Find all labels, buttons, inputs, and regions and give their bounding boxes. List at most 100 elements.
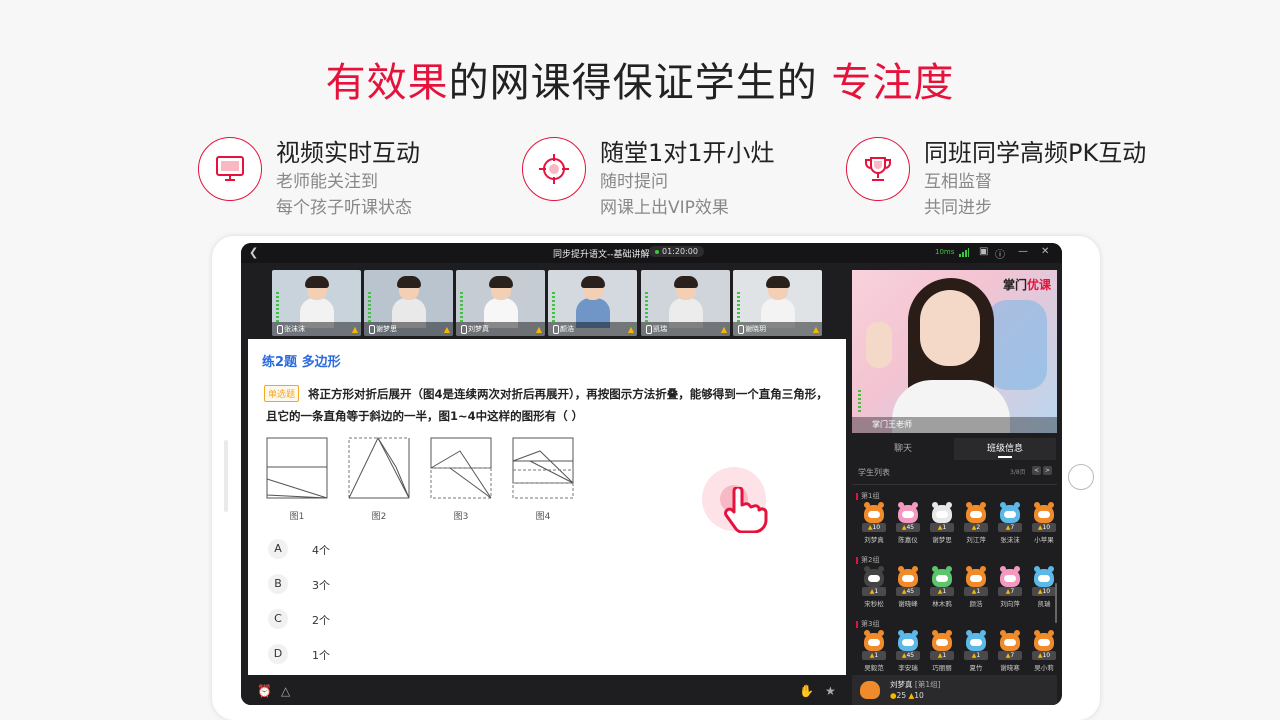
shirt-icon[interactable]: △ [281,684,290,698]
avatar [860,681,880,699]
student-video-tile[interactable]: 凯瑞 ▲ [641,270,730,336]
audio-level [858,390,861,414]
figure-3 [430,437,492,499]
help-icon[interactable]: ⓘ [995,246,1005,261]
tab-class-info[interactable]: 班级信息 [954,438,1056,460]
next-page-button[interactable]: > [1043,466,1052,475]
group-label: 第1组 [856,491,879,501]
avatar [898,502,918,523]
teacher-name: 掌门王老师 [852,417,1057,433]
back-icon[interactable]: ❮ [249,246,258,259]
score-badge: ▲10 [1032,587,1056,596]
question-title: 练2题 多边形 [262,355,341,370]
feature-title: 视频实时互动 [276,139,420,167]
home-button[interactable] [1068,464,1094,490]
close-icon[interactable]: ✕ [1041,246,1049,257]
trophy-icon [846,137,910,201]
classroom-screen: ❮ 同步提升语文--基础讲解 01:20:00 10ms ▣ ⓘ — ✕ 张沫沫… [241,243,1062,705]
student-entry[interactable]: ▲1 宋秒松 [858,566,888,615]
option-b[interactable]: B 3个 [268,574,468,596]
alarm-icon[interactable]: ⏰ [257,684,272,698]
headline-middle: 的网课得保证学生的 [448,60,832,106]
student-entry[interactable]: ▲7 刘向萍 [994,566,1024,615]
question-type-badge: 单选题 [264,385,300,402]
avatar [864,502,884,523]
current-student-name: 刘梦真 [第1组] [890,679,941,690]
avatar [932,566,952,587]
student-entry[interactable]: ▲1 谢梦思 [926,502,956,551]
pin-icon[interactable]: ★ [825,684,836,698]
student-video-name: 刘梦真 [456,322,545,336]
option-d[interactable]: D 1个 [268,644,468,666]
student-entry[interactable]: ▲1 吴毅范 [858,630,888,679]
student-name: 刘梦真 [890,680,913,689]
minimize-icon[interactable]: — [1018,246,1028,257]
thumb-icon: ▲ [627,325,634,334]
tab-chat[interactable]: 聊天 [852,438,954,460]
prev-page-button[interactable]: < [1032,466,1041,475]
audio-level [645,292,648,322]
latency-readout: 10ms [935,248,955,256]
student-video-tile[interactable]: 颜浩 ▲ [548,270,637,336]
student-entry[interactable]: ▲1 夏竹 [960,630,990,679]
score-badge: ▲1 [930,651,954,660]
logo-part: 优课 [1026,278,1051,292]
feature-video-interaction: 视频实时互动 老师能关注到 每个孩子听课状态 [198,137,420,221]
audio-level [460,292,463,322]
like-count: 10 [914,691,924,700]
pointing-hand-icon [724,487,768,533]
student-entry[interactable]: ▲1 巧丽丽 [926,630,956,679]
student-video-tile[interactable]: 谢梦思 ▲ [364,270,453,336]
feature-line: 老师能关注到 [276,172,378,192]
student-entry[interactable]: ▲1 林木鸦 [926,566,956,615]
page-headline: 有效果的网课得保证学生的 专注度 [0,50,1280,108]
monitor-icon [198,137,262,201]
tablet-slot [224,440,228,512]
student-group: [第1组] [914,680,941,689]
feature-line: 共同进步 [924,198,992,218]
avatar [1034,502,1054,523]
student-entry[interactable]: ▲1 颜浩 [960,566,990,615]
feature-line: 网课上出VIP效果 [600,198,729,218]
option-a[interactable]: A 4个 [268,539,468,561]
student-entry[interactable]: ▲10 凯瑞 [1028,566,1058,615]
option-letter: D [268,644,288,664]
brand-logo: 掌门优课 [1003,276,1051,293]
avatar [966,630,986,651]
raise-hand-icon[interactable]: ✋ [799,684,814,698]
figure-2 [348,437,410,499]
avatar [1034,630,1054,651]
avatar [966,502,986,523]
student-video-tile[interactable]: 刘梦真 ▲ [456,270,545,336]
option-value: 1个 [312,649,330,662]
score-badge: ▲45 [896,651,920,660]
student-entry[interactable]: ▲10 刘梦真 [858,502,888,551]
score-badge: ▲45 [896,587,920,596]
student-entry[interactable]: ▲7 张沫沫 [994,502,1024,551]
class-title: 同步提升语文--基础讲解 [553,250,650,260]
score-badge: ▲7 [998,587,1022,596]
score-badge: ▲1 [964,587,988,596]
figure-label: 图1 [289,512,305,522]
student-entry[interactable]: ▲2 刘江萍 [960,502,990,551]
avatar [1034,566,1054,587]
feature-title: 同班同学高频PK互动 [924,139,1147,167]
target-icon [522,137,586,201]
avatar [1000,502,1020,523]
audio-level [368,292,371,322]
current-student-card: 刘梦真 [第1组] ●25 ▲10 [852,675,1057,705]
option-c[interactable]: C 2个 [268,609,468,631]
student-entry[interactable]: ▲45 陈嘉仪 [892,502,922,551]
student-video-tile[interactable]: 谢晓玥 ▲ [733,270,822,336]
scrollbar[interactable] [1055,583,1057,623]
student-entry[interactable]: ▲10 吴小莉 [1028,630,1058,679]
student-video-tile[interactable]: 张沫沫 ▲ [272,270,361,336]
option-value: 3个 [312,579,330,592]
feature-line: 随时提问 [600,172,668,192]
student-entry[interactable]: ▲7 谢晓寒 [994,630,1024,679]
student-entry[interactable]: ▲10 小苹果 [1028,502,1058,551]
student-entry[interactable]: ▲45 谢晓峰 [892,566,922,615]
device-icon[interactable]: ▣ [979,246,988,257]
top-bar: ❮ 同步提升语文--基础讲解 01:20:00 10ms ▣ ⓘ — ✕ [241,243,1062,263]
student-entry[interactable]: ▲45 李安瑞 [892,630,922,679]
